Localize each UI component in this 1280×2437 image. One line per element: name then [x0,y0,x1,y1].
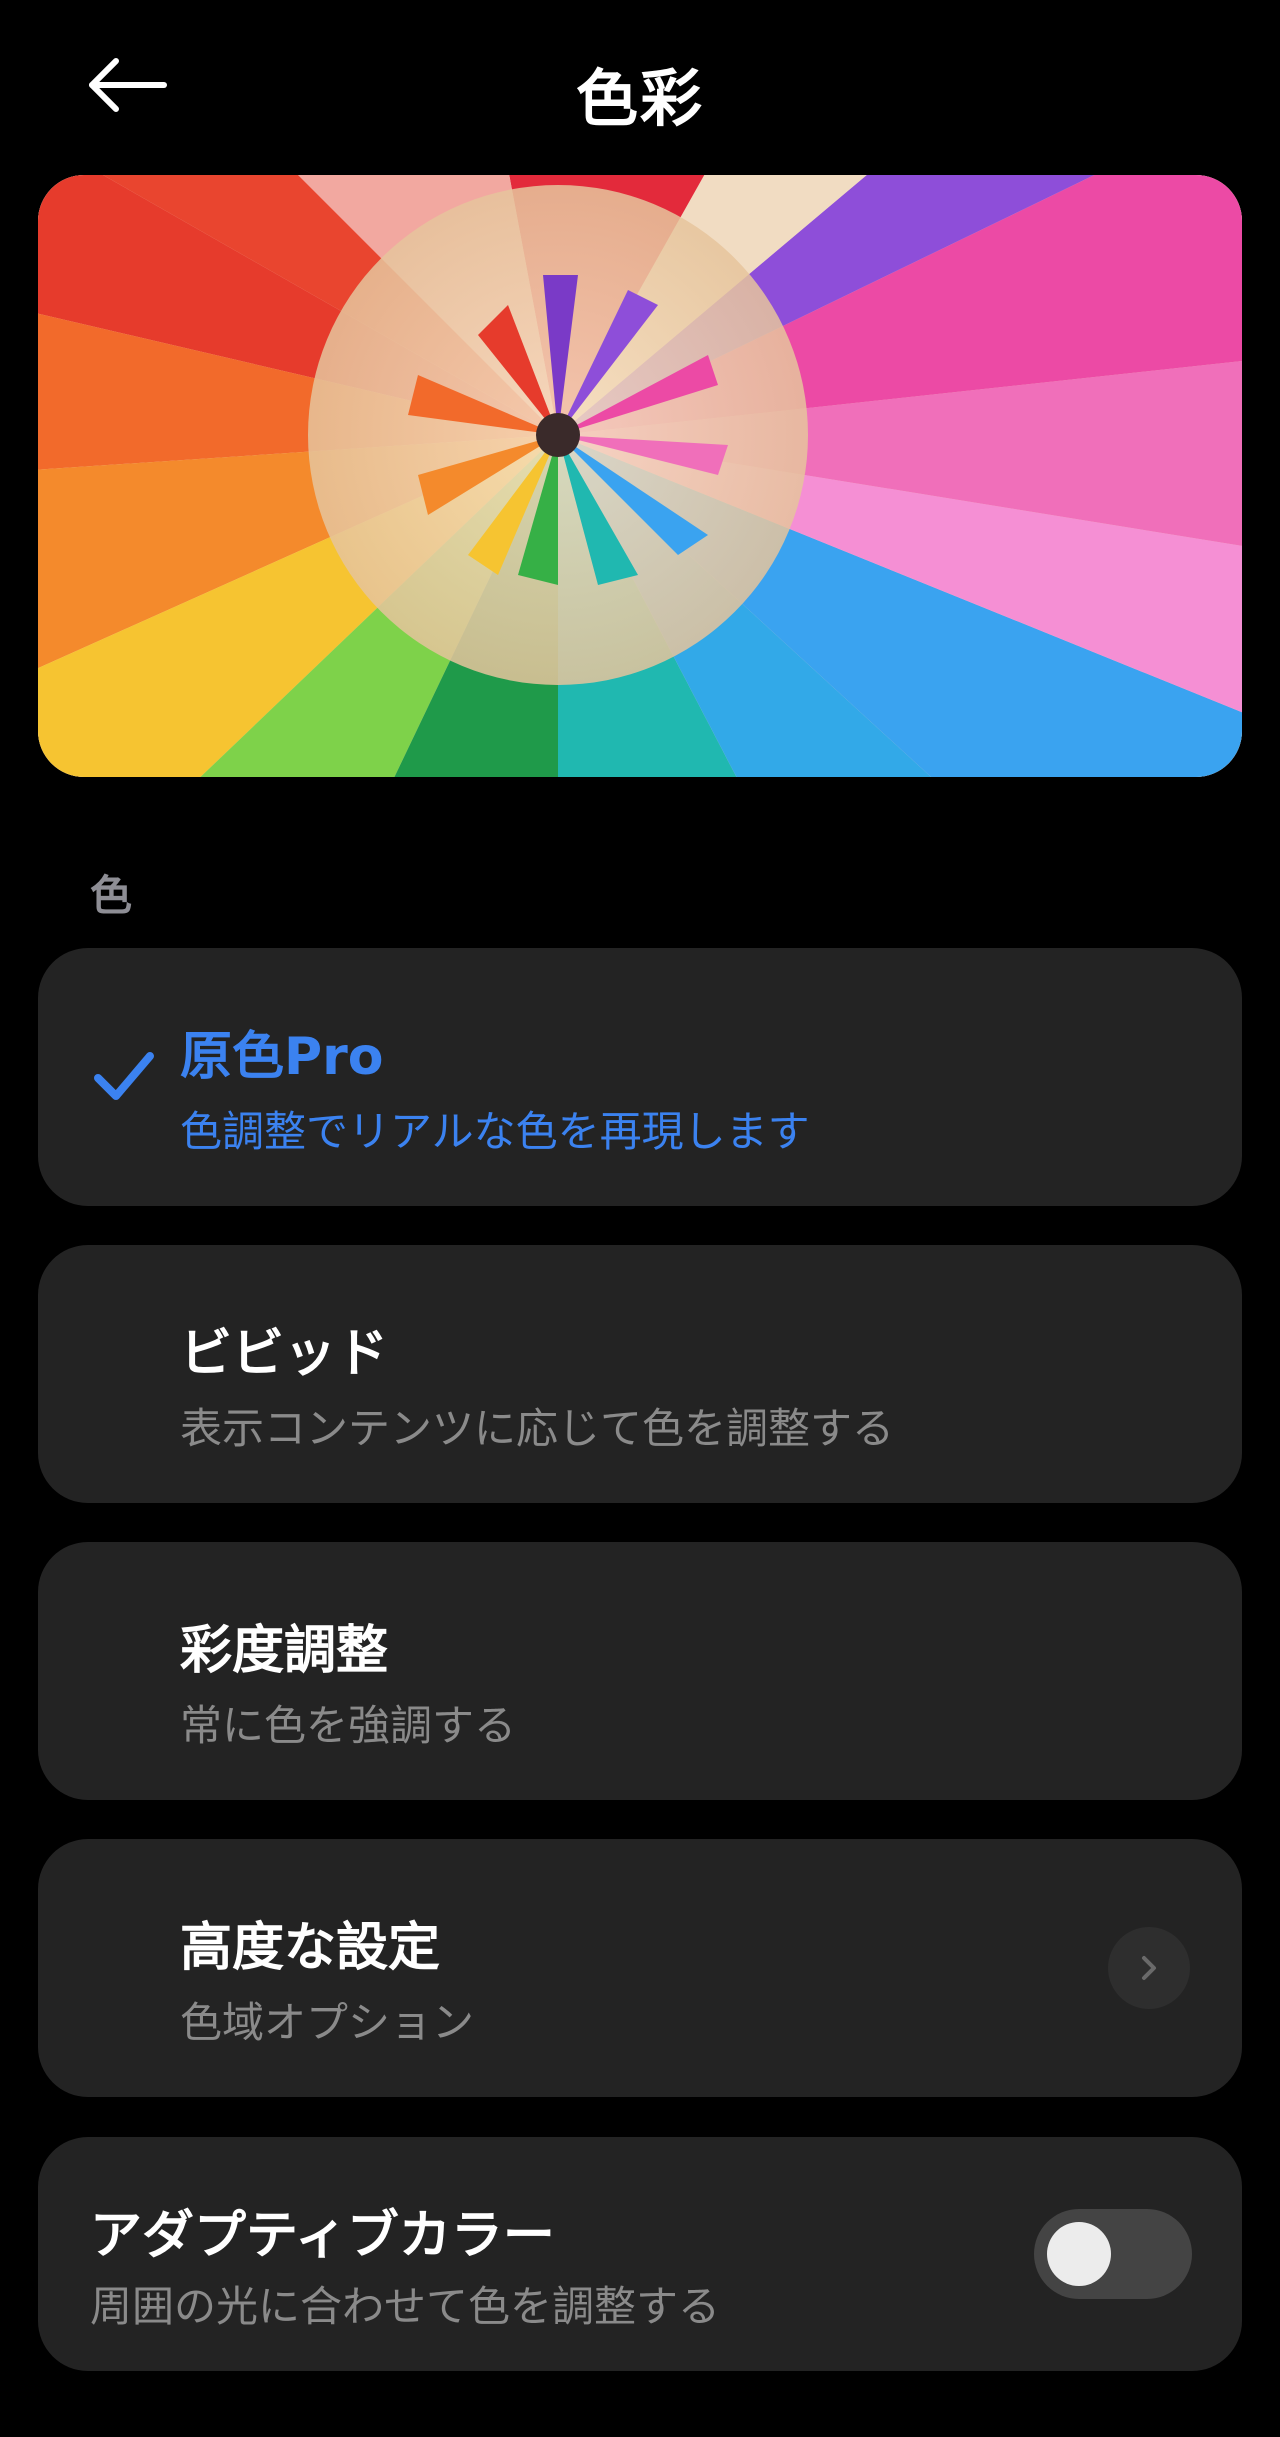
chevron-right-icon [1142,1956,1156,1980]
adaptive-color-toggle[interactable] [1034,2209,1192,2299]
checkmark-icon [94,1052,154,1100]
advanced-chevron-button[interactable] [1108,1927,1190,2009]
top-bar: 色彩 [0,0,1280,175]
advanced-settings-item[interactable]: 高度な設定 色域オプション [38,1839,1242,2097]
option-title: 原色Pro [180,1027,384,1087]
option-saturation[interactable]: 彩度調整 常に色を強調する [38,1542,1242,1800]
hero-image [38,175,1242,777]
adaptive-subtitle: 周囲の光に合わせて色を調整する [90,2282,721,2331]
adaptive-title: アダプティブカラー [90,2206,555,2266]
page-title: 色彩 [575,62,704,135]
option-subtitle: 色調整でリアルな色を再現します [180,1107,810,1156]
option-subtitle: 表示コンテンツに応じて色を調整する [180,1404,895,1453]
toggle-knob [1047,2222,1111,2286]
option-original-pro[interactable]: 原色Pro 色調整でリアルな色を再現します [38,948,1242,1206]
option-subtitle: 常に色を強調する [180,1701,517,1750]
section-label-color: 色 [90,871,133,920]
advanced-title: 高度な設定 [180,1918,441,1978]
colored-pencils-image [38,175,1242,777]
option-title: ビビッド [180,1324,389,1384]
advanced-subtitle: 色域オプション [180,1998,475,2047]
adaptive-color-item[interactable]: アダプティブカラー 周囲の光に合わせて色を調整する [38,2137,1242,2371]
option-vivid[interactable]: ビビッド 表示コンテンツに応じて色を調整する [38,1245,1242,1503]
option-title: 彩度調整 [180,1621,389,1681]
